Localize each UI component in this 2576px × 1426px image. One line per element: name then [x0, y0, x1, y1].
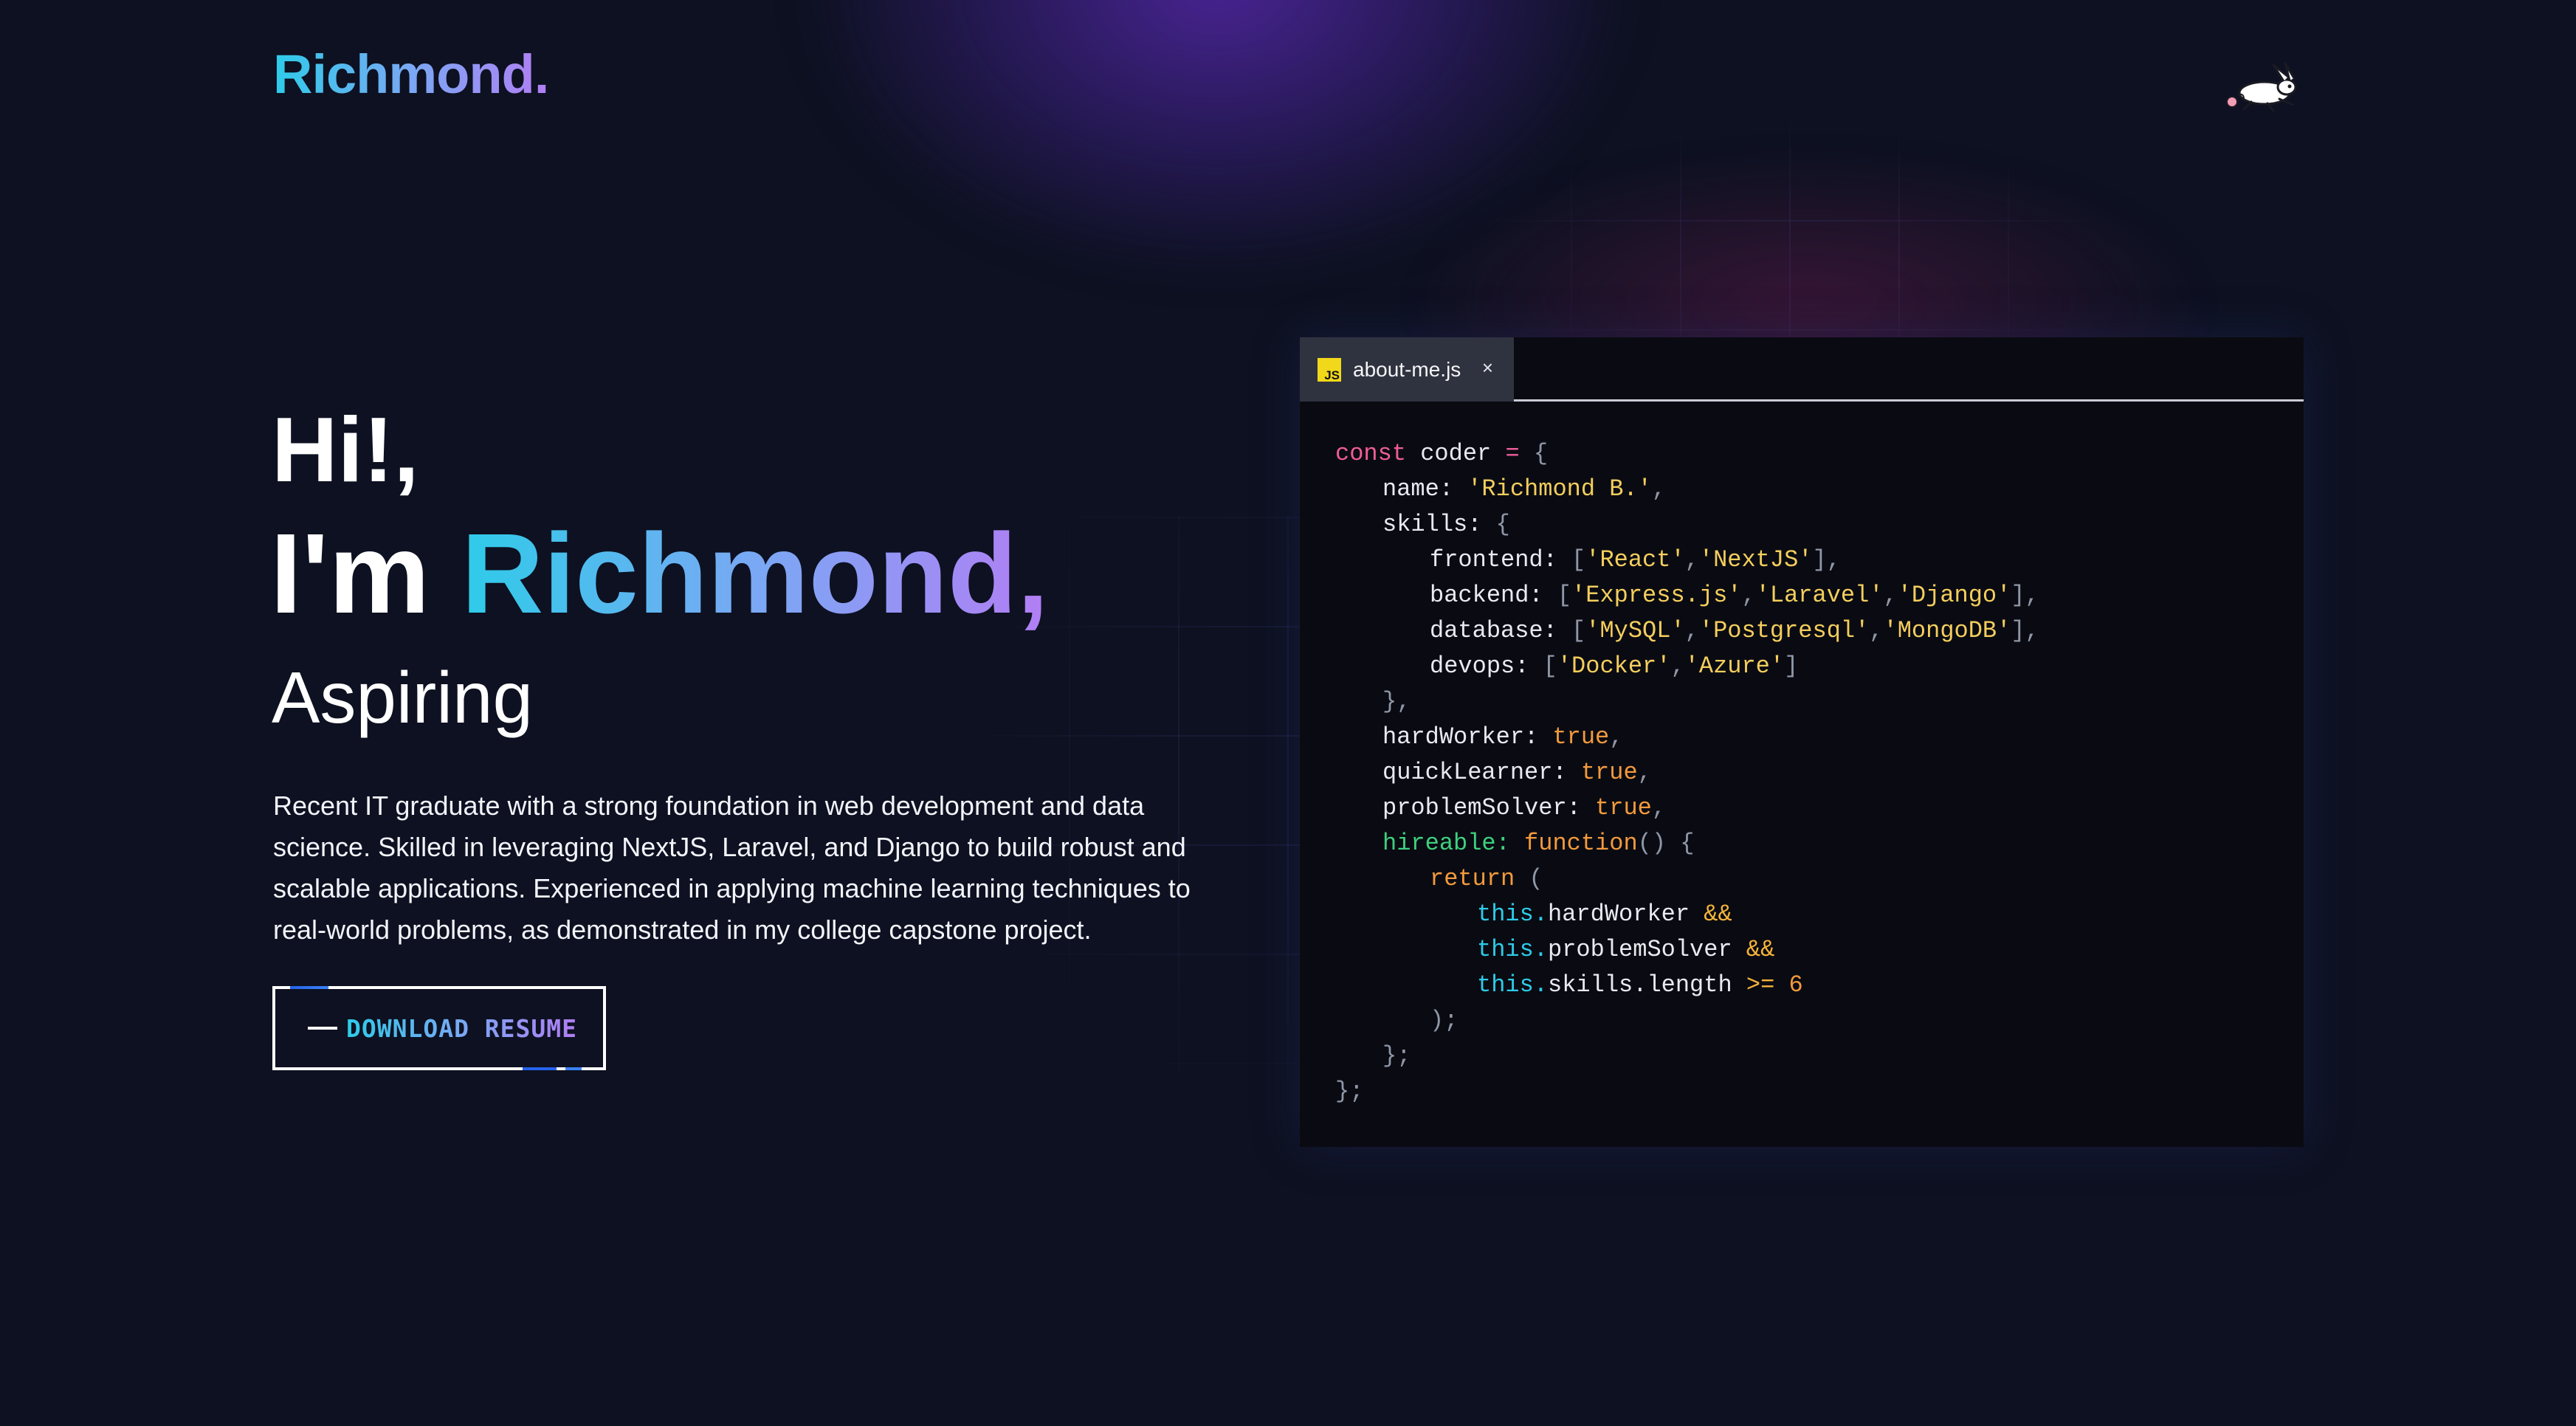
- editor-tab-bar: JS about-me.js ×: [1300, 337, 2304, 402]
- code-line: hireable: function() {: [1382, 830, 1695, 857]
- dash-icon: [308, 1027, 337, 1030]
- intro-prefix: I'm: [270, 510, 462, 637]
- greeting-heading: Hi!,: [272, 399, 419, 501]
- code-line: problemSolver: true,: [1382, 794, 1667, 822]
- role-text: Aspiring: [272, 657, 534, 738]
- code-line: hardWorker: true,: [1382, 723, 1624, 751]
- logo-text: Richmond: [273, 44, 534, 105]
- tab-about-me[interactable]: JS about-me.js ×: [1300, 337, 1514, 402]
- code-line: skills: {: [1382, 511, 1510, 538]
- download-resume-label: DOWNLOAD RESUME: [346, 1013, 578, 1043]
- hero-name: Richmond,: [461, 510, 1049, 637]
- tab-filename: about-me.js: [1353, 357, 1461, 381]
- code-line: name: 'Richmond B.',: [1382, 475, 1667, 503]
- code-line: this.hardWorker &&: [1477, 900, 1732, 928]
- code-line: const coder = {: [1335, 440, 1549, 467]
- button-accent: [523, 1067, 557, 1070]
- button-accent: [565, 1067, 582, 1070]
- logo-dot: .: [534, 44, 549, 105]
- code-content: const coder = { name: 'Richmond B.', ski…: [1300, 402, 2304, 1109]
- code-line: };: [1382, 1042, 1411, 1070]
- intro-heading: I'm Richmond,: [270, 517, 1049, 630]
- rabbit-icon[interactable]: [2222, 61, 2303, 120]
- javascript-file-icon: JS: [1318, 357, 1341, 382]
- code-line: return (: [1430, 865, 1543, 892]
- code-line: this.problemSolver &&: [1477, 936, 1775, 963]
- code-line: database: ['MySQL','Postgresql','MongoDB…: [1430, 617, 2039, 644]
- code-line: quickLearner: true,: [1382, 759, 1652, 786]
- code-line: },: [1382, 688, 1411, 715]
- code-line: };: [1335, 1078, 1364, 1105]
- code-line: );: [1430, 1007, 1459, 1034]
- code-line: frontend: ['React','NextJS'],: [1430, 546, 1841, 574]
- code-line: devops: ['Docker','Azure']: [1430, 652, 1799, 680]
- code-editor: JS about-me.js × const coder = { name: '…: [1300, 337, 2304, 1147]
- bio-paragraph: Recent IT graduate with a strong foundat…: [273, 790, 1191, 945]
- code-line: backend: ['Express.js','Laravel','Django…: [1430, 582, 2039, 609]
- download-resume-button[interactable]: DOWNLOAD RESUME: [272, 986, 606, 1070]
- code-line: this.skills.length >= 6: [1477, 971, 1803, 999]
- close-icon[interactable]: ×: [1482, 356, 1493, 379]
- button-accent: [290, 986, 328, 989]
- site-logo[interactable]: Richmond.: [273, 43, 548, 106]
